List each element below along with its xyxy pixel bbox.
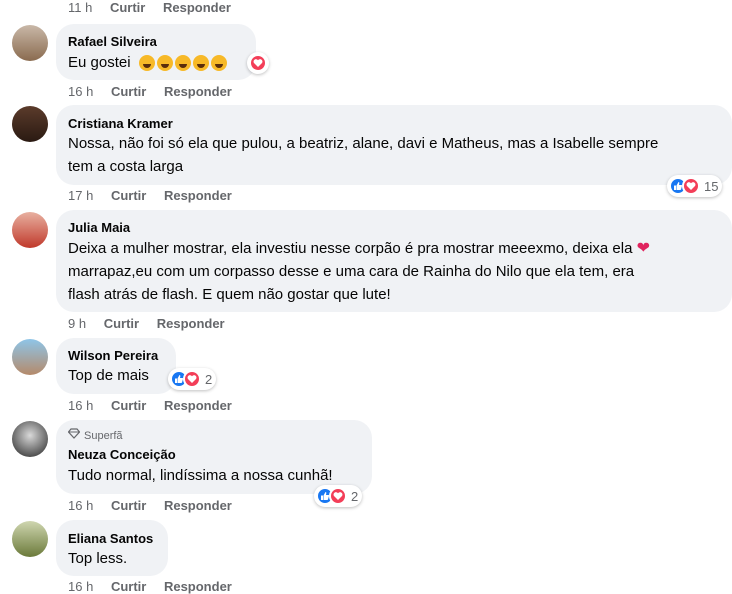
reaction-summary[interactable]: 2 xyxy=(168,368,217,390)
comment-author[interactable]: Neuza Conceição xyxy=(68,447,176,463)
like-link[interactable]: Curtir xyxy=(111,498,146,513)
diamond-icon xyxy=(67,428,81,443)
comment-meta: 16 h Curtir Responder xyxy=(68,398,232,413)
comment-text-line: Nossa, não foi só ela que pulou, a beatr… xyxy=(68,135,659,152)
love-reaction-icon xyxy=(329,487,347,505)
reaction-count: 2 xyxy=(205,371,213,387)
reply-link[interactable]: Responder xyxy=(164,84,232,99)
reply-link[interactable]: Responder xyxy=(164,188,232,203)
laughing-crying-icon xyxy=(138,55,155,72)
like-link[interactable]: Curtir xyxy=(110,0,145,15)
comment-text-content: Top less. xyxy=(68,550,128,567)
avatar[interactable] xyxy=(12,106,48,142)
laughing-crying-icon xyxy=(192,55,209,72)
like-link[interactable]: Curtir xyxy=(111,398,146,413)
reply-link[interactable]: Responder xyxy=(164,579,232,594)
reaction-count: 2 xyxy=(351,488,359,504)
reaction-summary[interactable]: 15 xyxy=(667,175,723,197)
comment-text-content: Deixa a mulher mostrar, ela investiu nes… xyxy=(68,240,633,257)
comment-author[interactable]: Cristiana Kramer xyxy=(68,116,173,132)
comment-meta: 16 h Curtir Responder xyxy=(68,579,232,594)
like-link[interactable]: Curtir xyxy=(111,84,146,99)
comment-time: 11 h xyxy=(68,0,93,15)
avatar[interactable] xyxy=(12,25,48,61)
comment-time: 16 h xyxy=(68,579,94,594)
comment-time: 16 h xyxy=(68,498,94,513)
love-reaction-icon xyxy=(249,54,267,72)
comment-text: Eu gostei xyxy=(68,51,227,75)
comment-text-content: Top de mais xyxy=(68,367,149,384)
comment-author[interactable]: Eliana Santos xyxy=(68,531,153,547)
comment-text-line: marrapaz,eu com um corpasso desse e uma … xyxy=(68,263,635,280)
reaction-count: 15 xyxy=(704,178,719,194)
love-reaction-icon xyxy=(682,177,700,195)
comment-text-line: Deixa a mulher mostrar, ela investiu nes… xyxy=(68,237,650,261)
laughing-crying-icon xyxy=(156,55,173,72)
comment-author[interactable]: Wilson Pereira xyxy=(68,348,158,364)
comment-meta-top: 11 h Curtir Responder xyxy=(68,0,231,15)
comment-time: 17 h xyxy=(68,188,94,203)
comment-time: 16 h xyxy=(68,84,94,99)
comment-time: 16 h xyxy=(68,398,94,413)
emoji-row xyxy=(138,55,227,72)
avatar[interactable] xyxy=(12,421,48,457)
comment-time: 9 h xyxy=(68,316,87,331)
reaction-summary[interactable] xyxy=(247,52,269,74)
comment-text-line: tem a costa larga xyxy=(68,158,184,175)
comment-text-line: flash atrás de flash. E quem não gostar … xyxy=(68,286,391,303)
avatar[interactable] xyxy=(12,521,48,557)
comment-author[interactable]: Rafael Silveira xyxy=(68,34,157,50)
love-reaction-icon xyxy=(183,370,201,388)
badge-label: Superfã xyxy=(84,429,123,442)
avatar[interactable] xyxy=(12,212,48,248)
reply-link[interactable]: Responder xyxy=(164,398,232,413)
reaction-summary[interactable]: 2 xyxy=(314,485,363,507)
comment-text-content: Eu gostei xyxy=(68,54,131,71)
like-link[interactable]: Curtir xyxy=(111,579,146,594)
reply-link[interactable]: Responder xyxy=(164,498,232,513)
reply-link[interactable]: Responder xyxy=(157,316,225,331)
comment-meta: 16 h Curtir Responder xyxy=(68,84,232,99)
comment-meta: 17 h Curtir Responder xyxy=(68,188,232,203)
laughing-crying-icon xyxy=(174,55,191,72)
like-link[interactable]: Curtir xyxy=(111,188,146,203)
top-fan-badge: Superfã xyxy=(67,428,123,443)
comment-author[interactable]: Julia Maia xyxy=(68,220,130,236)
reply-link[interactable]: Responder xyxy=(163,0,231,15)
avatar[interactable] xyxy=(12,339,48,375)
comment-text-content: Tudo normal, lindíssima a nossa cunhã! xyxy=(68,467,333,484)
heart-face-icon xyxy=(210,55,227,72)
like-link[interactable]: Curtir xyxy=(104,316,139,331)
comment-meta: 16 h Curtir Responder xyxy=(68,498,232,513)
red-heart-icon: ❤ xyxy=(636,240,651,257)
comment-meta: 9 h Curtir Responder xyxy=(68,316,225,331)
